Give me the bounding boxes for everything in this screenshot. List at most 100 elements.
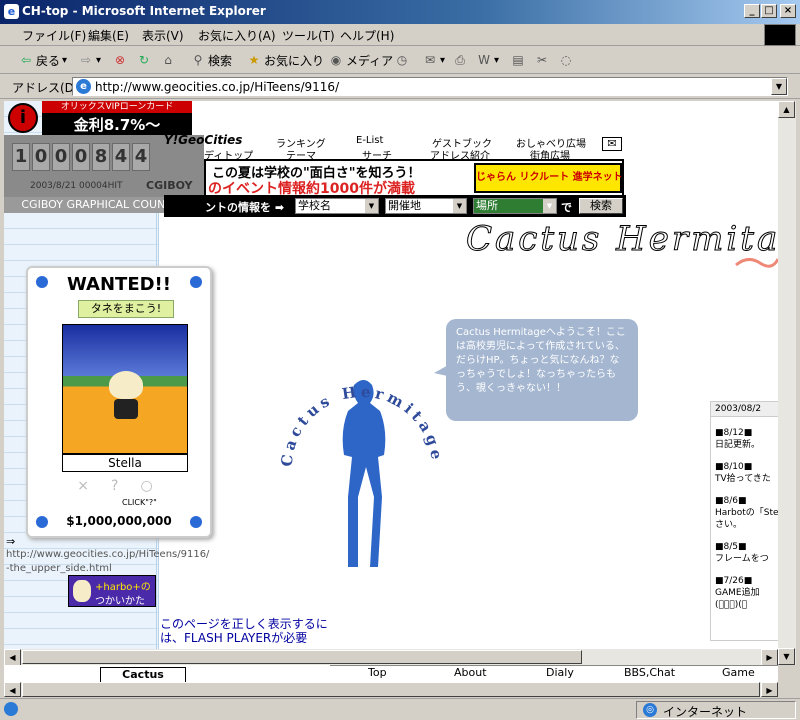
wanted-poster[interactable]: WANTED!! タネをまこう! Stella ×?○ CLICK"?" $1,… [26,266,212,538]
counter-digits: 1 0 0 0 8 4 4 [12,143,150,171]
menu-tools[interactable]: ツール(T) [282,27,335,44]
zone-label: インターネット [663,705,748,719]
counter-digit: 4 [112,143,130,171]
school-select-value: 学校名 [298,199,331,212]
wanted-bounty: $1,000,000,000 [66,514,172,528]
place-select[interactable]: 場所 ▼ [473,198,557,214]
home-button[interactable]: ⌂ [160,51,176,69]
messenger-button[interactable]: ◌ [558,51,574,69]
scroll-up-button[interactable]: ▲ [778,101,795,118]
menu-file[interactable]: ファイル(F) [22,27,86,44]
cactus-logo[interactable]: Cactus [100,667,186,683]
search-label: 検索 [208,53,233,68]
search-submit-button[interactable]: 検索 [579,198,623,214]
search-icon: ⚲ [193,53,203,67]
scroll-left-button[interactable]: ◀ [4,649,21,666]
diary-entry: ■7/26■ [715,576,753,586]
site-title-decoration [735,258,778,268]
windows-logo-icon [764,24,796,46]
gc-link[interactable]: E-List [356,135,383,146]
school-select[interactable]: 学校名 ▼ [295,198,379,214]
bottom-scrollbar[interactable]: ◀ ▶ [4,682,778,697]
nav-dialy[interactable]: Dialy [546,666,574,679]
event-ad[interactable]: この夏は学校の"面白さ"を知ろう！ のイベント情報約1000件が満載 じゃらん … [204,159,624,197]
cat-character [109,371,143,421]
geocities-logo[interactable]: Y!GeoCities [164,133,242,147]
diary-entry: TV拾ってきた [715,474,771,484]
media-icon: ◉ [330,53,342,67]
address-input[interactable]: e http://www.geocities.co.jp/HiTeens/911… [72,77,788,96]
dropdown-arrow-icon: ▼ [543,199,556,213]
scroll-down-button[interactable]: ▼ [778,648,795,665]
horizontal-scroll-thumb[interactable] [22,650,582,664]
search-de: で [561,201,572,214]
vertical-scrollbar[interactable]: ▲ ▼ [778,101,796,665]
back-button[interactable]: ⇦ 戻る ▾ [18,51,67,69]
harbot-line2: つかいかた [95,596,145,607]
nav-bbs-chat[interactable]: BBS,Chat [624,666,675,679]
media-button[interactable]: ◉ メディア [328,51,393,69]
scroll-left-button[interactable]: ◀ [4,682,21,697]
messenger-icon: ◌ [560,53,572,67]
close-button[interactable]: × [780,4,796,18]
stop-button[interactable]: ⊗ [112,51,128,69]
discuss-button[interactable]: ▤ [510,51,526,69]
scroll-right-button[interactable]: ▶ [761,649,778,666]
menu-favorites[interactable]: お気に入り(A) [198,27,276,44]
forward-button[interactable]: ⇨ ▾ [78,51,101,69]
page-icon: e [76,79,91,94]
favorites-icon: ★ [248,53,260,67]
woman-silhouette [342,380,386,567]
favorites-button[interactable]: ★ お気に入り [246,51,324,69]
print-button[interactable]: ⎙ [452,51,468,69]
page-link[interactable]: http://www.geocities.co.jp/HiTeens/9116/ [6,549,256,560]
edit-button[interactable]: W ▾ [476,51,499,69]
diary-entry: フレームをつ [715,554,769,564]
history-button[interactable]: ◷ [394,51,410,69]
maximize-button[interactable]: □ [761,4,777,18]
orix-ad[interactable]: オリックスVIPローンカード 金利8.7%〜 [42,101,192,135]
silhouette-logo: Cactus Hermitage [278,380,442,567]
bottom-scroll-thumb[interactable] [22,682,760,697]
dropdown-arrow-icon: ▼ [453,199,466,213]
diary-entry: GAME追加 [715,588,760,598]
info-icon: i [8,103,38,133]
nav-about[interactable]: About [454,666,487,679]
address-dropdown-button[interactable]: ▼ [771,78,787,95]
menu-bar: ファイル(F) 編集(E) 表示(V) お気に入り(A) ツール(T) ヘルプ(… [0,24,800,46]
address-label: アドレス(D) [12,81,79,95]
home-icon: ⌂ [164,53,172,67]
research-icon: ✂ [536,53,548,67]
mail-button[interactable]: ✉ ▾ [422,51,445,69]
nav-top[interactable]: Top [368,666,387,679]
counter-digit: 1 [12,143,30,171]
character-name: Stella [62,454,188,472]
horizontal-scrollbar[interactable]: ◀ ▶ [4,649,778,666]
menu-help[interactable]: ヘルプ(H) [340,27,394,44]
menu-view[interactable]: 表示(V) [142,27,184,44]
print-icon: ⎙ [455,53,465,67]
welcome-bubble: Cactus Hermitageへようこそ！ここは高校男児によって作成されている… [446,319,638,421]
counter-digit: 0 [72,143,90,171]
page-link-cont[interactable]: -the_upper_side.html [6,563,112,574]
location-select[interactable]: 開催地 ▼ [385,198,467,214]
flash-notice-line2: は、FLASH PLAYERが必要 [160,631,308,643]
counter-digit: 4 [132,143,150,171]
refresh-button[interactable]: ↻ [136,51,152,69]
internet-zone-icon: ◎ [643,703,657,717]
title-bar: e CH-top - Microsoft Internet Explorer _… [0,0,800,24]
counter-digit: 0 [32,143,50,171]
counter-digit: 0 [52,143,70,171]
minimize-button[interactable]: _ [744,4,760,18]
stop-icon: ⊗ [114,53,126,67]
history-icon: ◷ [396,53,408,67]
mail-envelope-icon[interactable]: ✉ [602,137,622,151]
dropdown-arrow-icon: ▼ [365,199,378,213]
nav-game[interactable]: Game [722,666,755,679]
menu-edit[interactable]: 編集(E) [88,27,129,44]
harbot-line1: +harbo+の [95,582,151,593]
search-button[interactable]: ⚲ 検索 [190,51,232,69]
harbot-guide-button[interactable]: +harbo+の つかいかた [68,575,156,607]
scroll-right-button[interactable]: ▶ [761,682,778,697]
research-button[interactable]: ✂ [534,51,550,69]
